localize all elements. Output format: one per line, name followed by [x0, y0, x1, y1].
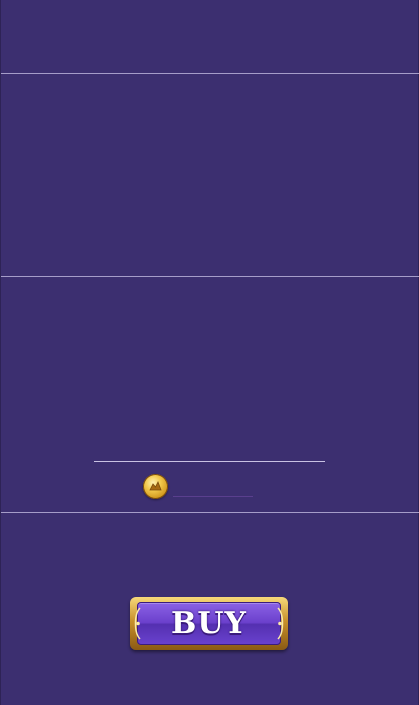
gold-coin-icon — [143, 474, 168, 499]
buy-button[interactable]: BUY — [130, 597, 288, 650]
price-separator — [94, 461, 325, 462]
coin-emblem-icon — [149, 481, 162, 491]
item-price — [173, 478, 253, 496]
shop-panel: BUY — [0, 0, 419, 705]
section-divider-bottom — [1, 512, 419, 513]
price-underline — [173, 496, 253, 497]
section-divider-middle — [1, 276, 419, 277]
section-divider-top — [1, 73, 419, 74]
buy-button-label: BUY — [171, 606, 247, 641]
